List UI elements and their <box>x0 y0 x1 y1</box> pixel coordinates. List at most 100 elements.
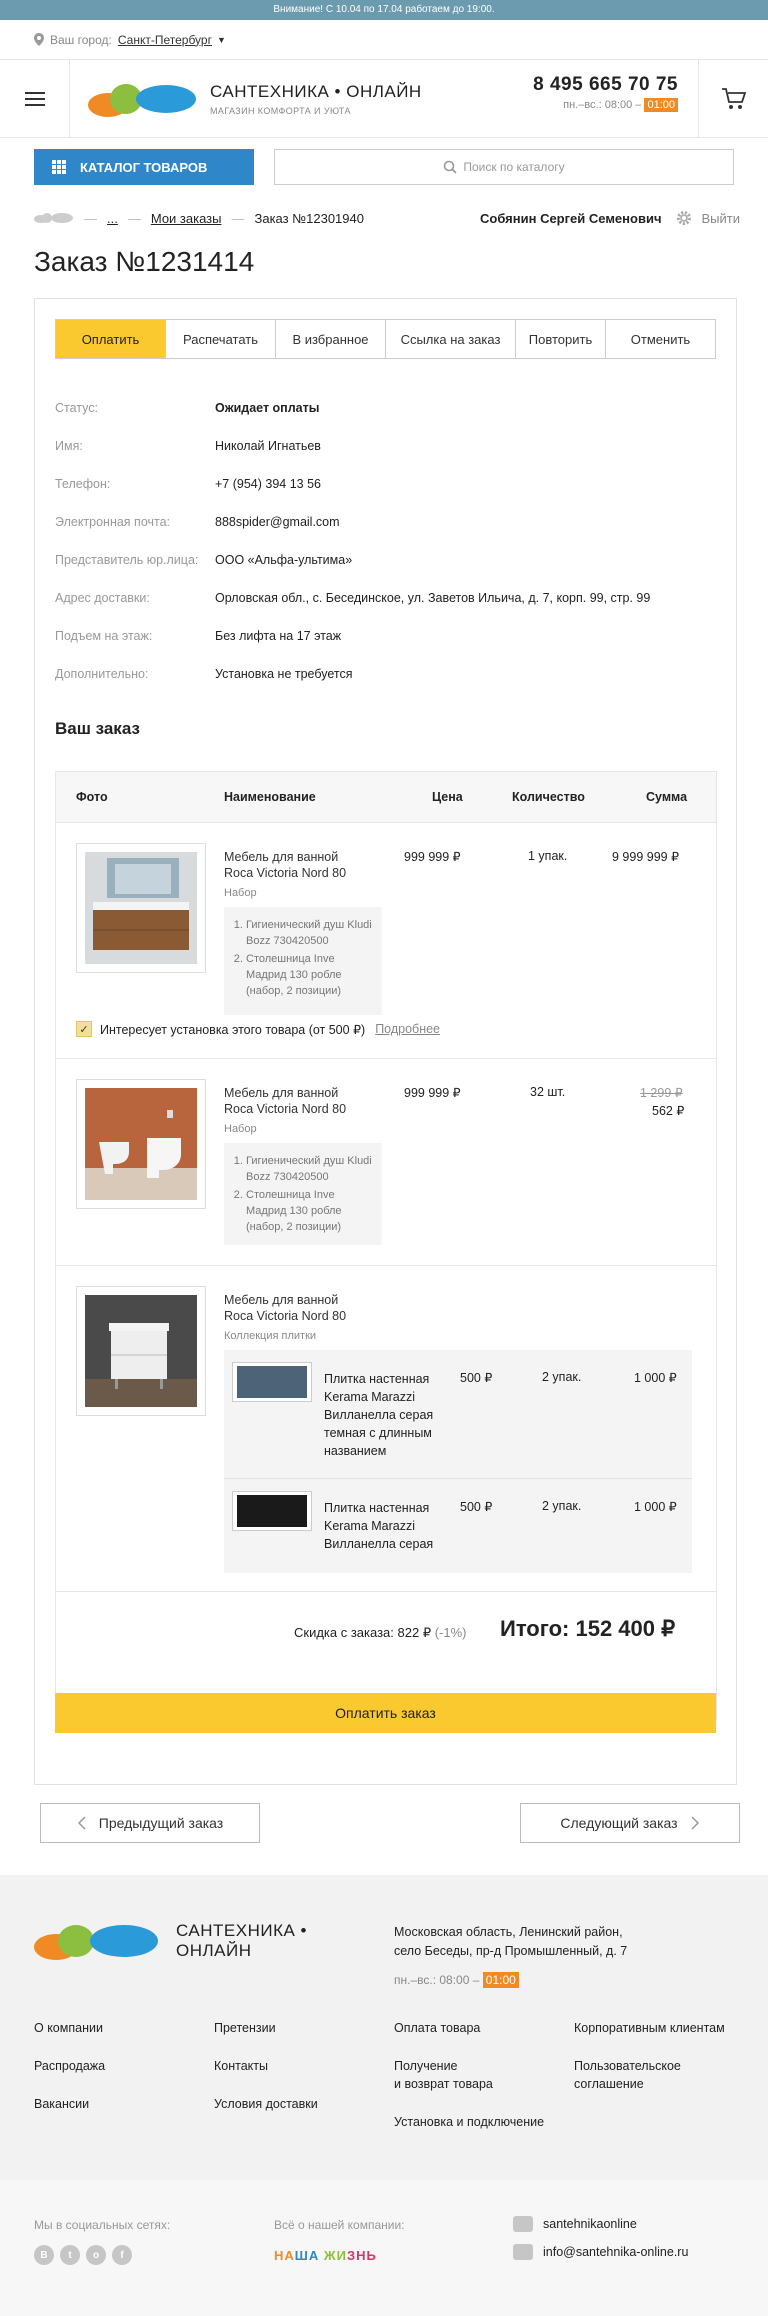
nav-row: КАТАЛОГ ТОВАРОВ Поиск по каталогу <box>0 138 768 196</box>
footer-link-installation[interactable]: Установка и подключение <box>394 2113 544 2131</box>
table-row: Мебель для ванной Roca Victoria Nord 80 … <box>56 1266 716 1592</box>
install-more-link[interactable]: Подробнее <box>375 1022 440 1036</box>
next-order-button[interactable]: Следующий заказ <box>520 1803 740 1843</box>
order-section-title: Ваш заказ <box>55 719 140 738</box>
location-pin-icon <box>34 33 44 46</box>
tab-link[interactable]: Ссылка на заказ <box>386 320 516 358</box>
skype-icon <box>513 2216 533 2232</box>
skype-contact[interactable]: santehnikaonline <box>513 2216 637 2232</box>
item-price: 999 999 ₽ <box>404 1086 461 1100</box>
tile-sum: 1 000 ₽ <box>634 1371 677 1385</box>
footer-logo[interactable]: САНТЕХНИКА • ОНЛАЙН <box>34 1919 307 1963</box>
order-table: Фото Наименование Цена Количество Сумма … <box>55 771 717 1720</box>
city-row: Ваш город: Санкт-Петербург ▼ <box>0 20 768 60</box>
item-old-sum: 1 299 ₽ <box>640 1086 683 1100</box>
tile-price: 500 ₽ <box>460 1500 493 1514</box>
tab-pay[interactable]: Оплатить <box>56 320 166 358</box>
checkbox-checked-icon[interactable]: ✓ <box>76 1021 92 1037</box>
tile-photo[interactable] <box>232 1362 312 1402</box>
catalog-button[interactable]: КАТАЛОГ ТОВАРОВ <box>34 149 254 185</box>
tab-print[interactable]: Распечатать <box>166 320 276 358</box>
grid-icon <box>52 160 66 174</box>
footer-hours: пн.–вс.: 08:00 – 01:00 <box>394 1972 519 1988</box>
odnoklassniki-icon[interactable]: о <box>86 2245 106 2265</box>
breadcrumb: — ... — Мои заказы — Заказ №12301940 Соб… <box>0 196 768 240</box>
tile-swatch-icon <box>237 1366 307 1398</box>
item-qty: 32 шт. <box>530 1085 566 1099</box>
tile-row: Плитка настенная Kerama Marazzi Вилланел… <box>224 1479 692 1573</box>
facebook-icon[interactable]: f <box>112 2245 132 2265</box>
gear-icon[interactable] <box>676 210 692 226</box>
work-hours: пн.–вс.: 08:00 – 01:00 <box>533 98 678 112</box>
footer-link-claims[interactable]: Претензии <box>214 2019 276 2037</box>
footer-link-corporate[interactable]: Корпоративным клиентам <box>574 2019 725 2037</box>
brand-tagline: МАГАЗИН КОМФОРТА И УЮТА <box>210 105 351 116</box>
tile-name[interactable]: Плитка настенная Kerama Marazzi Вилланел… <box>324 1499 444 1553</box>
tile-name[interactable]: Плитка настенная Kerama Marazzi Вилланел… <box>324 1370 444 1460</box>
breadcrumb-ellipsis[interactable]: ... <box>107 211 118 226</box>
footer-link-about[interactable]: О компании <box>34 2019 103 2037</box>
footer-link-delivery-return[interactable]: Получение и возврат товара <box>394 2057 493 2093</box>
search-icon <box>444 160 457 174</box>
furniture-image-icon <box>85 852 197 964</box>
product-name[interactable]: Мебель для ванной Roca Victoria Nord 80 <box>224 1292 364 1324</box>
twitter-icon[interactable]: t <box>60 2245 80 2265</box>
tab-favorite[interactable]: В избранное <box>276 320 386 358</box>
footer-link-sale[interactable]: Распродажа <box>34 2057 105 2075</box>
pay-order-button[interactable]: Оплатить заказ <box>55 1693 716 1733</box>
product-name[interactable]: Мебель для ванной Roca Victoria Nord 80 <box>224 849 364 881</box>
product-photo[interactable] <box>76 1286 206 1416</box>
install-option[interactable]: ✓ Интересует установка этого товара (от … <box>76 1021 440 1037</box>
city-selector[interactable]: Санкт-Петербург <box>118 33 212 47</box>
product-type: Коллекция плитки <box>224 1330 317 1342</box>
logo[interactable]: САНТЕХНИКА • ОНЛАЙН МАГАЗИН КОМФОРТА И У… <box>88 79 422 119</box>
footer-address: Московская область, Ленинский район, село… <box>394 1925 628 1958</box>
footer-link-shipping[interactable]: Условия доставки <box>214 2095 318 2113</box>
logout-link[interactable]: Выйти <box>702 211 741 226</box>
info-legal: Представитель юр.лица: ООО «Альфа-ультима… <box>55 553 353 567</box>
site-header: САНТЕХНИКА • ОНЛАЙН МАГАЗИН КОМФОРТА И У… <box>0 59 768 138</box>
breadcrumb-my-orders[interactable]: Мои заказы <box>151 211 222 226</box>
item-sum: 562 ₽ <box>652 1104 685 1118</box>
tab-repeat[interactable]: Повторить <box>516 320 606 358</box>
product-type: Набор <box>224 1123 257 1135</box>
cabinet-image-icon <box>85 1295 197 1407</box>
table-row: Мебель для ванной Roca Victoria Nord 80 … <box>56 823 716 1059</box>
tab-cancel[interactable]: Отменить <box>606 320 715 358</box>
tile-photo[interactable] <box>232 1491 312 1531</box>
chevron-left-icon <box>77 1816 86 1830</box>
cart-button[interactable] <box>698 60 768 138</box>
chevron-down-icon[interactable]: ▼ <box>217 35 226 45</box>
logo-mark-icon <box>34 1925 158 1960</box>
order-totals: Скидка с заказа: 822 ₽ (-1%) Итого: 152 … <box>56 1592 716 1670</box>
city-label: Ваш город: <box>50 32 112 47</box>
product-name[interactable]: Мебель для ванной Roca Victoria Nord 80 <box>224 1085 364 1117</box>
prev-order-button[interactable]: Предыдущий заказ <box>40 1803 260 1843</box>
set-contents: Гигиенический душ Kludi Bozz 730420500Ст… <box>224 1143 382 1245</box>
footer-link-agreement[interactable]: Пользовательское соглашение <box>574 2057 681 2093</box>
info-address: Адрес доставки: Орловская обл., с. Беседи… <box>55 591 651 605</box>
grand-total: Итого: 152 400 ₽ <box>500 1616 676 1641</box>
email-contact[interactable]: info@santehnika-online.ru <box>513 2244 688 2260</box>
order-actions: Оплатить Распечатать В избранное Ссылка … <box>55 319 716 359</box>
tile-row: Плитка настенная Kerama Marazzi Вилланел… <box>224 1350 692 1479</box>
mail-icon <box>513 2244 533 2260</box>
search-input[interactable]: Поиск по каталогу <box>274 149 734 185</box>
footer-link-payment[interactable]: Оплата товара <box>394 2019 480 2037</box>
our-life-link[interactable]: НАША ЖИЗНЬ <box>274 2248 377 2263</box>
notice-bar: Внимание! С 10.04 по 17.04 работаем до 1… <box>0 0 768 20</box>
footer-link-vacancies[interactable]: Вакансии <box>34 2095 89 2113</box>
item-sum: 9 999 999 ₽ <box>612 850 680 864</box>
tile-swatch-icon <box>237 1495 307 1527</box>
user-name[interactable]: Собянин Сергей Семенович <box>480 211 662 226</box>
vk-icon[interactable]: В <box>34 2245 54 2265</box>
footer-link-contacts[interactable]: Контакты <box>214 2057 268 2075</box>
order-info: Статус: Ожидает оплаты Имя: Николай Игнать… <box>55 389 716 693</box>
phone-number[interactable]: 8 495 665 70 75 <box>533 74 678 96</box>
home-logo-icon[interactable] <box>34 211 74 225</box>
discount: Скидка с заказа: 822 ₽ (-1%) <box>294 1625 467 1640</box>
product-photo[interactable] <box>76 1079 206 1209</box>
set-contents: Гигиенический душ Kludi Bozz 730420500Ст… <box>224 907 382 1015</box>
product-photo[interactable] <box>76 843 206 973</box>
menu-button[interactable] <box>0 59 70 138</box>
